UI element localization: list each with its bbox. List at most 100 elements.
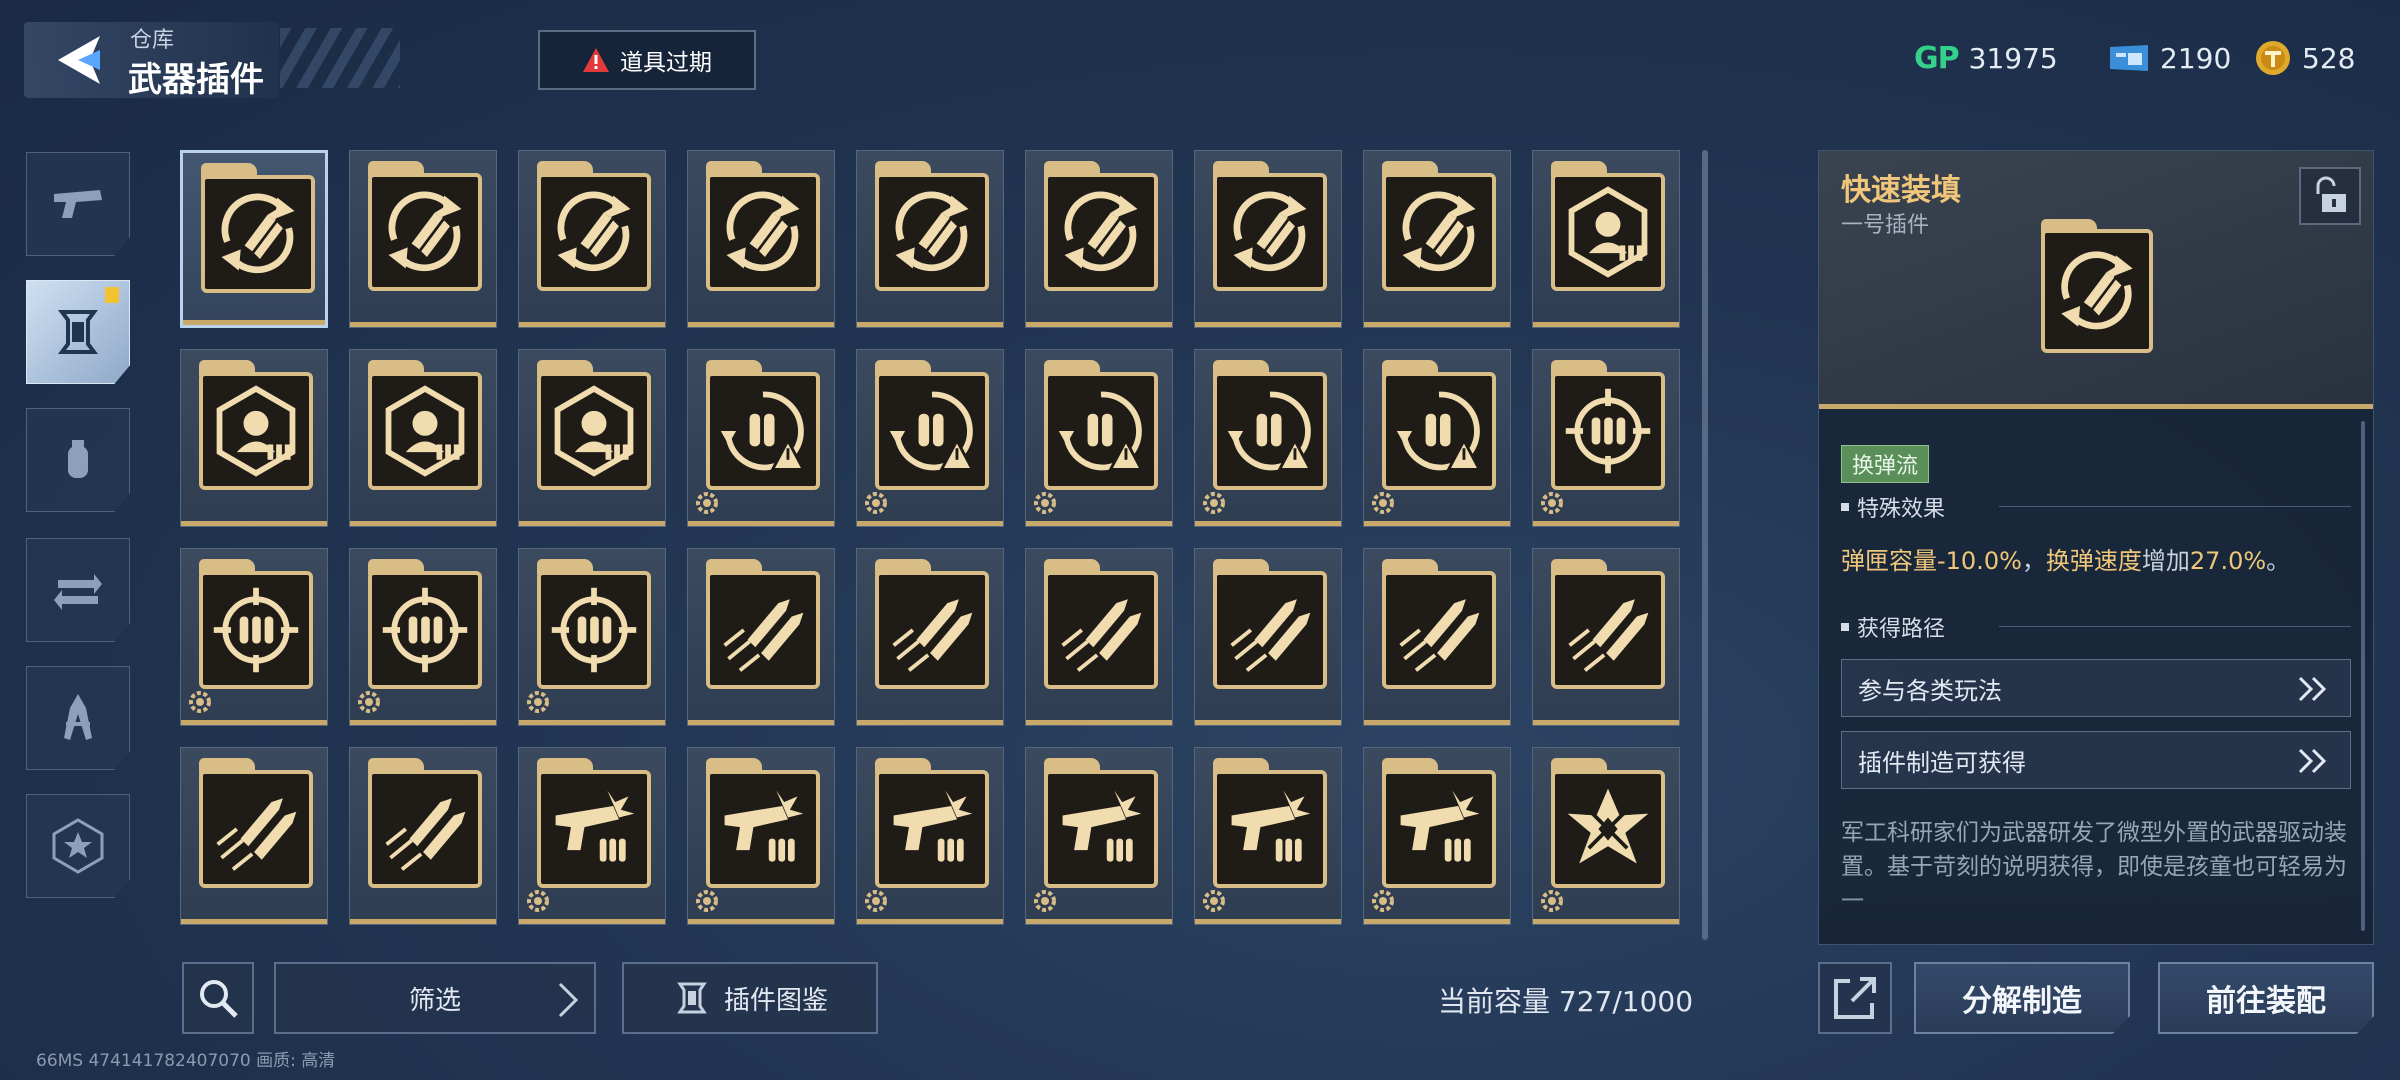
new-badge [105,287,119,303]
detail-scrollbar[interactable] [2361,421,2365,931]
plugin-slot-item[interactable] [518,349,666,527]
plugin-card [1382,360,1496,490]
plugin-card [875,360,989,490]
plugin-slot-item[interactable] [1194,747,1342,925]
plugin-slot-item[interactable] [518,150,666,328]
plugin-slot-item[interactable] [180,150,328,328]
speed-bullets-icon [892,599,973,672]
export-button[interactable] [1818,962,1892,1034]
plugin-card [201,163,315,293]
gear-icon [1203,492,1225,514]
plugin-slot-item[interactable] [349,349,497,527]
disassemble-craft-button[interactable]: 分解制造 [1914,962,2130,1034]
search-button[interactable] [182,962,254,1034]
divider [1999,626,2351,627]
lock-button[interactable] [2299,167,2361,225]
sidebar-item-swap[interactable] [26,538,130,642]
plugin-card [1382,559,1496,689]
plugin-slot-item[interactable] [1532,349,1680,527]
sidebar-item-plugins[interactable] [26,280,130,384]
plugin-card [368,161,482,291]
gun-bullets-icon [1400,790,1480,862]
back-arrow-icon[interactable] [50,34,106,86]
crosshair-bullets-icon [551,587,637,673]
plugin-slot-item[interactable] [1363,349,1511,527]
item-expiry-button[interactable]: 道具过期 [538,30,756,90]
plugin-slot-item[interactable] [1194,548,1342,726]
plugin-slot-item[interactable] [349,548,497,726]
plugin-card [1044,360,1158,490]
plugin-slot-item[interactable] [1025,548,1173,726]
sidebar-item-badges[interactable] [26,794,130,898]
plugin-slot-item[interactable] [1363,150,1511,328]
plugin-card [1551,161,1665,291]
sidebar-item-grenades[interactable] [26,408,130,512]
plugin-slot-item[interactable] [856,747,1004,925]
crosshair-bullets-icon [213,587,299,673]
plugin-slot-item[interactable] [518,747,666,925]
speed-bullets-icon [216,798,297,871]
plugin-slot-item[interactable] [687,349,835,527]
source-item-crafting[interactable]: 插件制造可获得 [1841,731,2351,789]
gear-icon [1034,492,1056,514]
source-label: 插件制造可获得 [1858,748,2026,777]
gun-bullets-icon [1231,790,1311,862]
ticket-icon [2110,45,2148,71]
crosshair-bullets-icon [382,587,468,673]
plugin-slot-item[interactable] [856,150,1004,328]
target-head-icon [1568,186,1648,278]
plugin-slot-item[interactable] [518,548,666,726]
plugin-slot-item[interactable] [1194,150,1342,328]
plugin-slot-item[interactable] [1532,548,1680,726]
plugin-slot-item[interactable] [349,747,497,925]
plugin-detail-panel: 快速装填 一号插件 换弹流 特殊效果 弹匣容量-10.0%，换弹速度增加27.0… [1818,150,2374,945]
plugin-slot-item[interactable] [687,548,835,726]
plugin-slot-item[interactable] [1025,349,1173,527]
speed-bullets-icon [1061,599,1142,672]
bullets-warning-icon [1227,391,1313,471]
plugin-slot-item[interactable] [856,349,1004,527]
plugin-slot-item[interactable] [687,150,835,328]
plugin-slot-item[interactable] [180,349,328,527]
plugin-card [1213,360,1327,490]
plugin-slot-item[interactable] [1025,747,1173,925]
plugin-slot-item[interactable] [1025,150,1173,328]
currency-ticket: 2190 [2108,34,2231,82]
plugin-slot-item[interactable] [1363,747,1511,925]
plugin-slot: 一号插件 [1841,213,1930,238]
plugin-slot-item[interactable] [180,548,328,726]
reload-bullets-icon [1402,191,1476,272]
sidebar-item-tools[interactable] [26,666,130,770]
plugin-card [875,161,989,291]
plugin-card [537,360,651,490]
plugin-catalog-button[interactable]: 插件图鉴 [622,962,878,1034]
reload-bullets-icon [557,191,631,272]
plugin-slot-item[interactable] [856,548,1004,726]
effect-increase-word: 增加 [2141,547,2190,575]
go-to-equip-button[interactable]: 前往装配 [2158,962,2374,1034]
gear-icon [1541,492,1563,514]
special-effect-title: 特殊效果 [1857,497,1946,522]
source-item-modes[interactable]: 参与各类玩法 [1841,659,2351,717]
speed-bullets-icon [1230,599,1311,672]
sidebar-item-weapons[interactable] [26,152,130,256]
star-badge-icon [52,818,104,874]
tool-icon [64,694,92,740]
debug-info: 66MS 474141782407070 画质: 高清 [36,1051,336,1071]
plugin-slot-item[interactable] [1363,548,1511,726]
plugin-slot-item[interactable] [1532,747,1680,925]
plugin-slot-item[interactable] [1194,349,1342,527]
plugin-slot-item[interactable] [1532,150,1680,328]
grid-scrollbar[interactable] [1702,150,1708,940]
plugin-slot-item[interactable] [687,747,835,925]
bullets-warning-icon [1058,391,1144,471]
capacity-text: 当前容量 727/1000 [1438,985,1694,1018]
plugin-slot-item[interactable] [180,747,328,925]
breadcrumb: 仓库 [130,28,175,53]
special-effect-header: 特殊效果 [1841,491,1945,523]
filter-button[interactable]: 筛选 [274,962,596,1034]
currency-coin-value: 528 [2302,41,2356,75]
plugin-slot-item[interactable] [349,150,497,328]
gun-bullets-icon [555,790,635,862]
reload-bullets-icon [895,191,969,272]
